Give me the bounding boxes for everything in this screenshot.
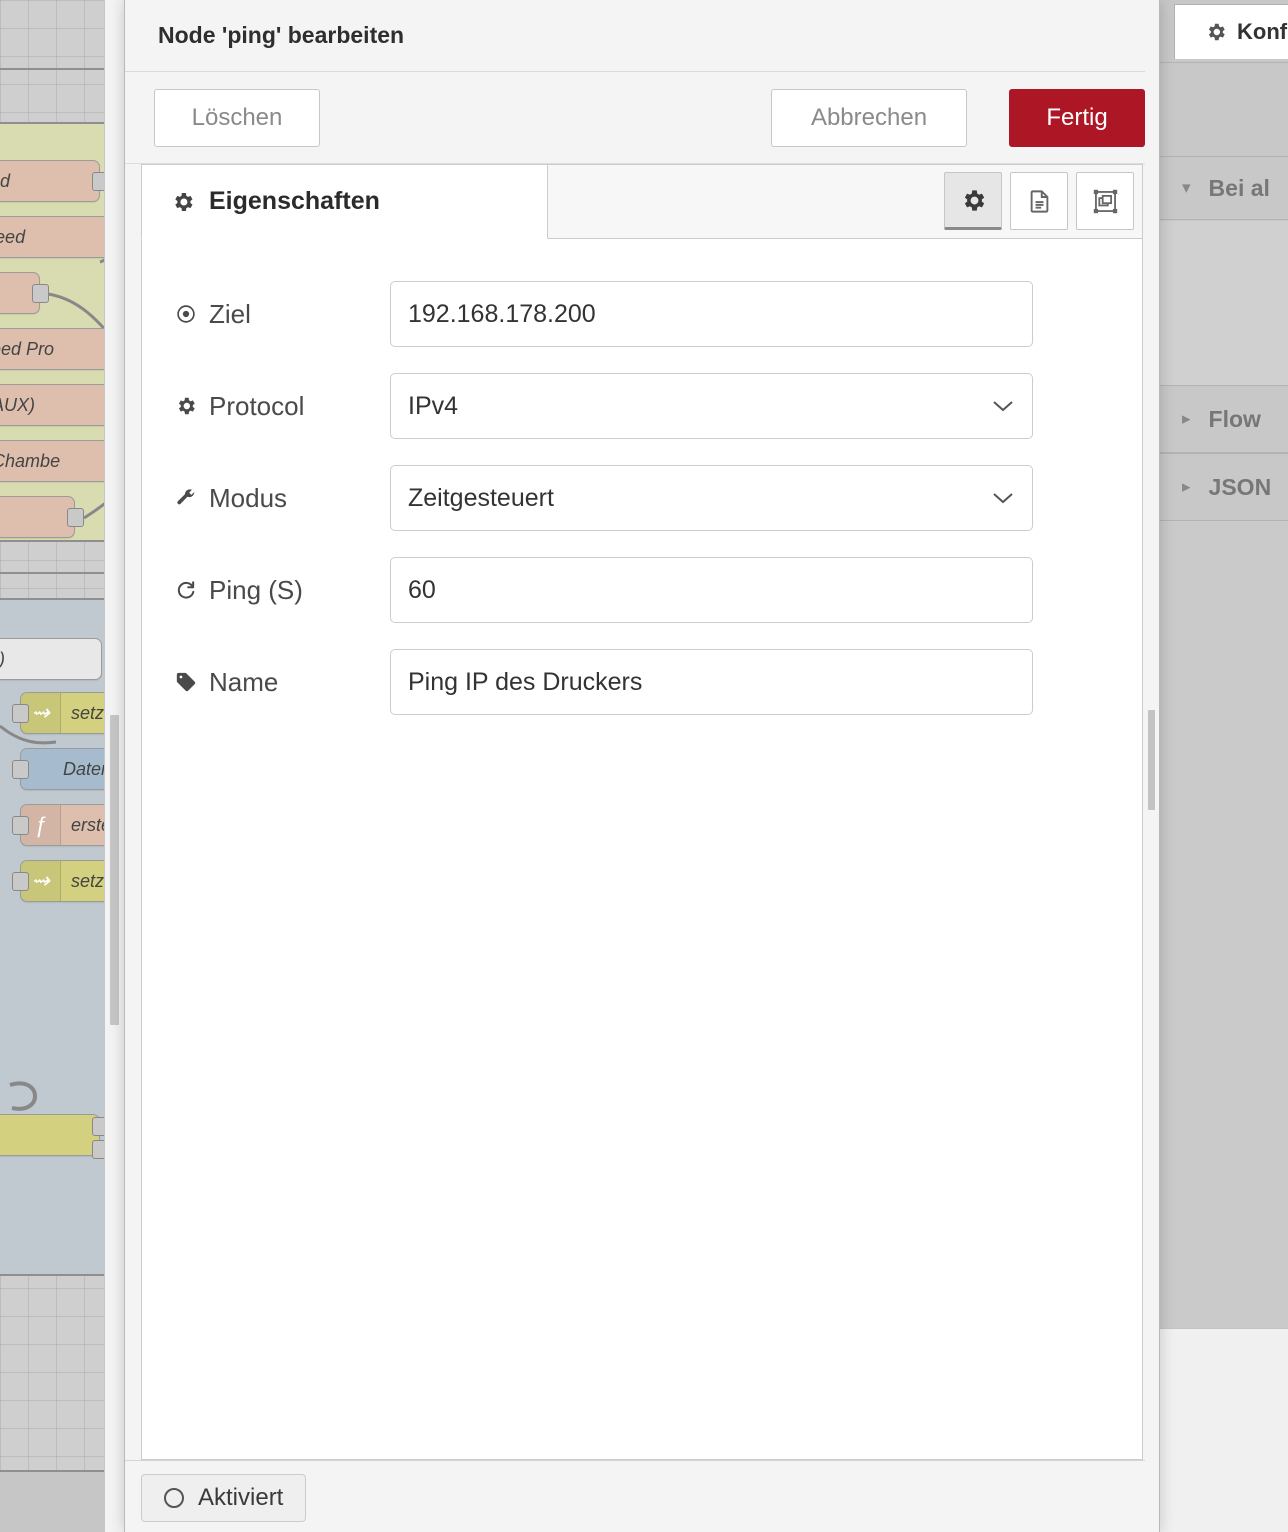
sidebar-tab-label: Konf [1237,19,1288,44]
dialog-footer: Aktiviert [125,1460,1159,1532]
label-ziel-text: Ziel [209,298,251,329]
node-edit-dialog: Node 'ping' bearbeiten Löschen Abbrechen… [124,0,1160,1532]
dialog-tab-icon-group [944,172,1134,230]
bullseye-icon [175,303,197,325]
gear-icon [1205,21,1227,43]
dialog-tab-row: Eigenschaften [141,164,1142,239]
properties-gear-icon-button[interactable] [944,172,1002,230]
enable-toggle-button[interactable]: Aktiviert [141,1474,307,1522]
protocol-select[interactable]: IPv4 [390,373,1033,439]
label-modus-text: Modus [209,482,288,513]
sidebar-tab-config[interactable]: Konf [1174,4,1288,59]
wrench-icon [175,487,197,509]
flow-node[interactable]: ist heiß) [0,638,102,680]
name-input[interactable]: Ping IP des Druckers [390,649,1033,715]
flow-node-label: fan_speed [0,226,26,247]
sidebar-top-gap [1160,62,1288,156]
label-protocol-text: Protocol [209,390,305,421]
canvas-scrollbar-thumb[interactable] [110,715,119,1025]
dialog-scrollbar-thumb[interactable] [1148,710,1155,810]
sidebar-tabbar: Konf [1160,0,1288,62]
dialog-scrollbar[interactable] [1145,0,1159,1532]
enable-toggle-label: Aktiviert [198,1484,284,1511]
sidebar-section-header[interactable]: ▸ Flow [1160,385,1288,453]
node-output-port[interactable] [67,508,84,527]
gear-icon [175,395,197,417]
circle-icon [164,1488,184,1508]
flow-node[interactable]: time [0,496,75,538]
sidebar-section-body [1160,221,1288,385]
label-name-text: Name [209,666,279,697]
canvas-scrollbar[interactable] [104,0,124,1532]
label-name: Name [175,649,385,715]
sidebar-section-header[interactable]: ▸ JSON [1160,453,1288,521]
label-ziel: Ziel [175,281,385,347]
chevron-down-icon [992,491,1014,505]
right-sidebar: Konf ▾ Bei al ▸ Flow ▸ JSON [1160,0,1288,1532]
label-protocol: Protocol [175,373,385,439]
flow-node-label: ist heiß) [0,649,5,670]
appearance-group-icon-button[interactable] [1076,172,1134,230]
node-input-port[interactable] [12,704,29,723]
sidebar-section-label: JSON [1208,473,1272,500]
chevron-down-icon [992,399,1014,413]
delete-button[interactable]: Löschen [154,89,320,147]
flow-node-label: peed (Chambe [0,450,61,471]
sidebar-section-header[interactable]: ▾ Bei al [1160,156,1288,220]
dialog-tab-panel: Eigenschaften Ziel 192.168.178.200 Proto… [141,164,1143,1460]
chevron-right-icon: ▸ [1182,477,1191,496]
description-document-icon-button[interactable] [1010,172,1068,230]
chevron-down-icon: ▾ [1182,178,1191,197]
ziel-input[interactable]: 192.168.178.200 [390,281,1033,347]
refresh-icon [175,579,197,601]
form-row-modus: Modus Zeitgesteuert [142,465,1142,531]
form-row-ziel: Ziel 192.168.178.200 [142,281,1142,347]
modus-select[interactable]: Zeitgesteuert [390,465,1033,531]
node-input-port[interactable] [12,760,29,779]
form-row-name: Name Ping IP des Druckers [142,649,1142,715]
chevron-right-icon: ▸ [1182,409,1191,428]
ziel-input-value: 192.168.178.200 [408,299,596,328]
sidebar-section-label: Flow [1208,405,1261,432]
tag-icon [175,671,197,693]
flow-node[interactable]: n_speed [0,160,100,202]
name-input-value: Ping IP des Druckers [408,667,643,696]
flow-node[interactable]: als 1 [0,1114,100,1156]
flow-node-label: n_speed [0,170,11,191]
properties-form: Ziel 192.168.178.200 Protocol IPv4 Modus… [142,239,1142,1459]
node-input-port[interactable] [12,816,29,835]
tab-properties-label: Eigenschaften [209,187,380,215]
app-root: n_speed fan_speed er 1C Speed Pro peed (… [0,0,1288,1532]
form-row-protocol: Protocol IPv4 [142,373,1142,439]
label-modus: Modus [175,465,385,531]
modus-select-value: Zeitgesteuert [408,483,554,512]
dialog-action-bar: Löschen Abbrechen Fertig [125,72,1159,164]
node-input-port[interactable] [12,872,29,891]
flow-node-label: 1C Speed Pro [0,338,55,359]
done-button[interactable]: Fertig [1009,89,1145,147]
form-row-ping: Ping (S) 60 [142,557,1142,623]
cancel-button[interactable]: Abbrechen [771,89,967,147]
sidebar-lower-panel [1160,1328,1288,1532]
gear-icon [171,190,195,214]
label-ping-text: Ping (S) [209,574,303,605]
label-ping: Ping (S) [175,557,385,623]
ping-input-value: 60 [408,575,436,604]
flow-canvas[interactable]: n_speed fan_speed er 1C Speed Pro peed (… [0,0,124,1532]
protocol-select-value: IPv4 [408,391,459,420]
node-output-port[interactable] [32,284,49,303]
tab-properties[interactable]: Eigenschaften [141,164,548,239]
sidebar-section-label: Bei al [1208,174,1270,201]
flow-node-label: peed (AUX) [0,394,36,415]
ping-input[interactable]: 60 [390,557,1033,623]
dialog-title: Node 'ping' bearbeiten [125,0,1159,72]
